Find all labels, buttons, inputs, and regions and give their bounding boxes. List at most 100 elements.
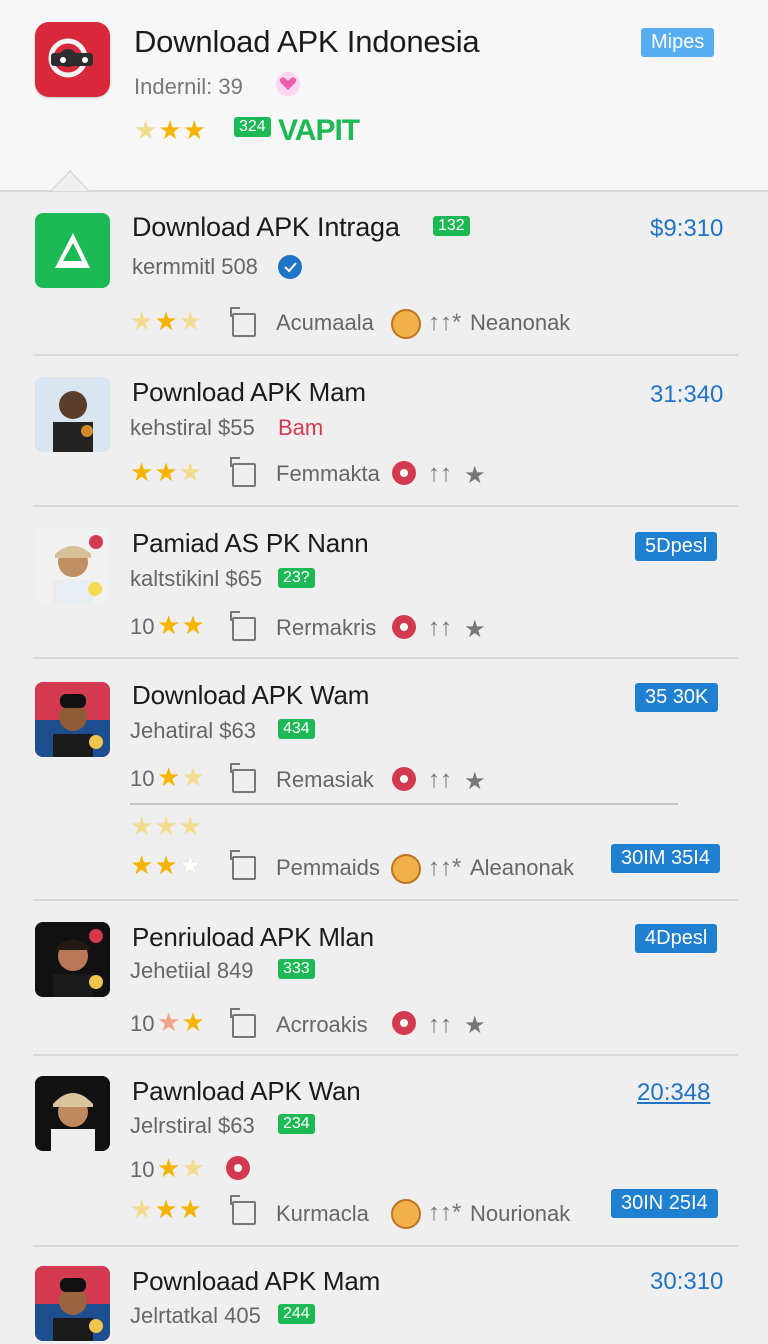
list-item[interactable]: Download APK Intraga 132 $9:310 kermmitl…	[0, 203, 768, 353]
item-title: Pownloaad APK Mam	[132, 1266, 381, 1296]
count-badge: 132	[433, 216, 470, 236]
avatar	[35, 922, 110, 997]
item-title: Pawnload APK Wan	[132, 1076, 361, 1106]
item-badge: 234	[278, 1114, 315, 1134]
bookmark-icon[interactable]	[230, 763, 256, 793]
record-icon	[392, 615, 416, 639]
item-rating: ★ ★	[157, 1009, 205, 1035]
star-icon: ★	[181, 610, 205, 640]
trend-icon: ↑↑	[428, 460, 452, 487]
item-footer-left: Femmakta	[276, 461, 380, 486]
star-icon: ★	[130, 850, 154, 880]
inner-divider	[130, 803, 678, 805]
emoji-icon	[391, 1199, 421, 1229]
list-item[interactable]: Pawnload APK Wan 20:348 Jelrstiral $63 2…	[0, 1065, 768, 1243]
item-title: Download APK Intraga	[132, 212, 400, 242]
item-badge: 132	[433, 216, 470, 236]
trend-icon: ↑↑*	[428, 1199, 462, 1226]
item-tag[interactable]: 4Dpesl	[635, 924, 718, 953]
list-item[interactable]: Download APK Wam 35 30K Jehatiral $63 43…	[0, 668, 768, 898]
item-footer-right: Nourionak	[470, 1201, 571, 1226]
header-subtitle: Indernil: 39	[134, 74, 243, 99]
item-extra-tag[interactable]: 30IM 35I4	[611, 844, 720, 873]
star-icon: ★	[130, 1194, 154, 1224]
bookmark-icon[interactable]	[230, 1195, 256, 1225]
item-meta: Jehatiral $63	[130, 718, 256, 743]
item-time: 31:340	[650, 381, 724, 408]
header-tag: VAPIT	[278, 114, 360, 147]
item-tag[interactable]: 35 30K	[635, 683, 719, 712]
item-extra-tag[interactable]: 30IN 25I4	[611, 1189, 718, 1218]
list-item[interactable]: Penriuload APK Mlan 4Dpesl Jehetiial 849…	[0, 910, 768, 1050]
star-icon: ★	[154, 1194, 178, 1224]
count-badge: 244	[278, 1304, 315, 1324]
list-item[interactable]: Pamiad AS PK Nann 5Dpesl kaltstikinl $65…	[0, 516, 768, 656]
count-badge: 234	[278, 1114, 315, 1134]
item-footer-left: Acumaala	[276, 310, 374, 335]
item-extra-left: Pemmaids	[276, 855, 380, 880]
item-meta: Jelrstiral $63	[130, 1113, 255, 1138]
star-icon: ★	[157, 610, 181, 640]
star-icon: ★	[464, 1012, 486, 1039]
item-time: 30:310	[650, 1268, 724, 1295]
divider	[33, 354, 738, 356]
trend-icon: ↑↑	[428, 1011, 452, 1038]
item-tag[interactable]: 5Dpesl	[635, 532, 718, 561]
item-footer-left: Acrroakis	[276, 1012, 368, 1037]
heart-badge-icon	[276, 72, 300, 96]
record-icon	[392, 1011, 416, 1035]
star-icon: ★	[154, 850, 178, 880]
item-rating-secondary: ★ ★ ★	[130, 852, 202, 878]
person-avatar-icon	[35, 682, 110, 757]
item-prefix: 10	[130, 1157, 155, 1182]
item-rating-secondary: ★ ★ ★	[130, 1196, 202, 1222]
app-header: Download APK Indonesia Indernil: 39 ★ ★ …	[0, 0, 768, 192]
star-icon: ★	[464, 768, 486, 795]
person-avatar-icon	[35, 377, 110, 452]
emoji-icon	[391, 854, 421, 884]
trend-icon: ↑↑	[428, 766, 452, 793]
bookmark-icon[interactable]	[230, 307, 256, 337]
count-badge: 23?	[278, 568, 315, 588]
divider	[33, 1245, 738, 1247]
list-item[interactable]: Pownloaad APK Mam 30:310 Jelrtatkal 405 …	[0, 1256, 768, 1344]
header-button[interactable]: Mipes	[641, 28, 715, 57]
star-icon: ★	[154, 811, 178, 841]
item-rating: ★ ★ ★	[130, 308, 202, 334]
item-rating: ★ ★ ★	[130, 459, 202, 485]
verified-icon	[278, 255, 302, 279]
list-item[interactable]: Pownload APK Mam 31:340 kehstiral $55 Ba…	[0, 365, 768, 505]
star-icon: ★	[130, 457, 154, 487]
item-meta: kaltstikinl $65	[130, 566, 263, 591]
star-icon: ★	[130, 811, 154, 841]
count-badge: 333	[278, 959, 315, 979]
person-avatar-icon	[35, 1076, 110, 1151]
page-title: Download APK Indonesia	[134, 24, 480, 59]
item-footer-left: Remasiak	[276, 767, 374, 792]
header-rating: ★ ★ ★	[134, 117, 206, 143]
star-icon: ★	[464, 616, 486, 643]
item-extra-right: Aleanonak	[470, 855, 574, 880]
star-icon: ★	[157, 762, 181, 792]
star-icon: ★	[178, 457, 202, 487]
item-badge: 333	[278, 959, 315, 979]
bookmark-icon[interactable]	[230, 611, 256, 641]
app-icon[interactable]	[35, 22, 110, 97]
bookmark-icon[interactable]	[230, 457, 256, 487]
divider	[33, 1054, 738, 1056]
record-icon	[392, 461, 416, 485]
item-badge: 434	[278, 719, 315, 739]
star-icon: ★	[154, 306, 178, 336]
camera-icon	[48, 38, 93, 78]
item-meta: Jelrtatkal 405	[130, 1303, 261, 1328]
record-icon	[392, 767, 416, 791]
item-meta-highlight: Bam	[278, 415, 324, 440]
bookmark-icon[interactable]	[230, 850, 256, 880]
item-meta: kehstiral $55	[130, 415, 255, 440]
star-icon: ★	[157, 1007, 181, 1037]
star-icon: ★	[178, 850, 202, 880]
bookmark-icon[interactable]	[230, 1008, 256, 1038]
avatar	[35, 682, 110, 757]
person-avatar-icon	[35, 1266, 110, 1341]
star-icon: ★	[130, 306, 154, 336]
